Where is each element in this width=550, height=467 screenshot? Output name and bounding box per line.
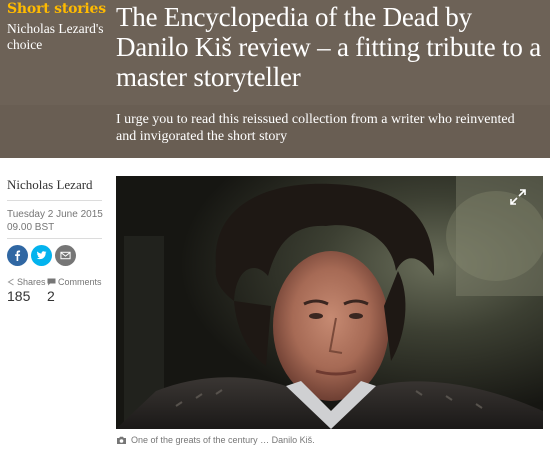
comments-stat[interactable]: Comments bbox=[47, 277, 102, 287]
publish-date-day: Tuesday 2 June 2015 bbox=[7, 209, 103, 220]
standfirst-text: I urge you to read this reissued collect… bbox=[116, 112, 515, 144]
portrait-photo bbox=[116, 176, 543, 429]
expand-icon[interactable] bbox=[509, 188, 527, 206]
camera-icon bbox=[117, 436, 126, 444]
publish-date-time: 09.00 BST bbox=[7, 222, 55, 233]
photo-caption-text: One of the greats of the century … Danil… bbox=[131, 435, 315, 445]
comments-label: Comments bbox=[58, 277, 102, 287]
twitter-icon bbox=[36, 251, 47, 260]
series-label[interactable]: Nicholas Lezard's choice bbox=[7, 21, 107, 53]
share-facebook-button[interactable] bbox=[7, 245, 28, 266]
article-meta-sidebar bbox=[0, 158, 108, 467]
shares-label: Shares bbox=[17, 277, 46, 287]
meta-divider bbox=[7, 238, 102, 239]
share-twitter-button[interactable] bbox=[31, 245, 52, 266]
publish-date: Tuesday 2 June 2015 09.00 BST bbox=[7, 208, 103, 234]
comment-icon bbox=[47, 278, 56, 286]
comments-count[interactable]: 2 bbox=[47, 288, 55, 304]
photo-caption: One of the greats of the century … Danil… bbox=[116, 435, 315, 445]
facebook-icon bbox=[15, 250, 21, 261]
lead-photo bbox=[116, 176, 543, 429]
section-kicker-link[interactable]: Short stories bbox=[7, 1, 106, 17]
page-title: The Encyclopedia of the Dead by Danilo K… bbox=[116, 2, 541, 92]
email-icon bbox=[60, 251, 71, 260]
meta-divider bbox=[7, 200, 102, 201]
share-email-button[interactable] bbox=[55, 245, 76, 266]
share-icon bbox=[7, 278, 14, 286]
byline-author-link[interactable]: Nicholas Lezard bbox=[7, 177, 93, 193]
shares-count: 185 bbox=[7, 288, 31, 304]
shares-stat: Shares bbox=[7, 277, 46, 287]
